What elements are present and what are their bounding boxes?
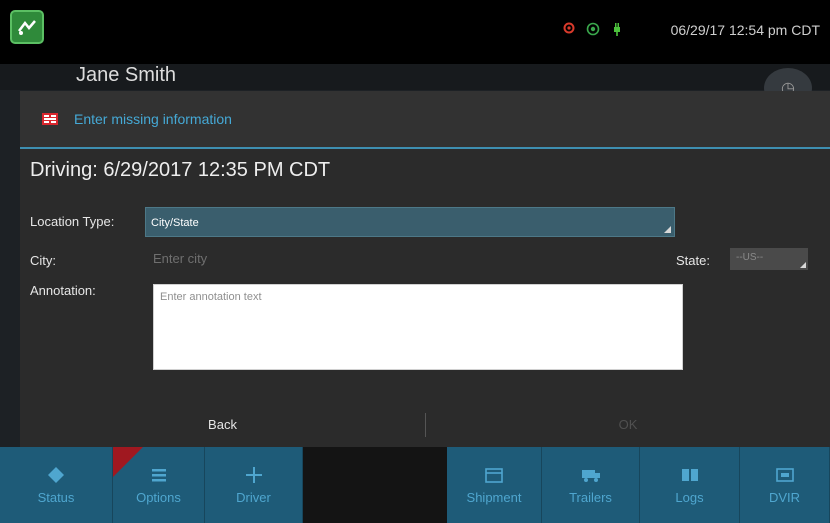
nav-trailers[interactable]: Trailers (542, 447, 640, 523)
state-select[interactable]: --US-- (730, 248, 808, 270)
ok-button[interactable]: OK (426, 401, 830, 447)
truck-icon (581, 469, 600, 482)
nav-shipment[interactable]: Shipment (447, 447, 542, 523)
book-icon (681, 468, 698, 481)
box-icon (485, 467, 503, 483)
back-button[interactable]: Back (20, 401, 425, 447)
driver-name: Jane Smith (76, 64, 177, 86)
dvir-icon (775, 467, 794, 482)
location-type-select[interactable]: City/State (145, 207, 675, 237)
location-icon (563, 22, 575, 34)
warning-icon (42, 113, 58, 125)
nav-driver[interactable]: Driver (205, 447, 303, 523)
location-type-value: City/State (151, 217, 199, 229)
location-type-label: Location Type: (30, 214, 115, 229)
dialog-header: Enter missing information (20, 91, 830, 149)
status-bar: 06/29/17 12:54 pm CDT (0, 0, 830, 64)
plus-icon (245, 466, 262, 483)
annotation-label: Annotation: (30, 283, 96, 298)
city-label: City: (30, 253, 56, 268)
state-label: State: (676, 253, 710, 268)
dialog-title: Enter missing information (74, 111, 232, 127)
alert-corner-icon (113, 447, 143, 477)
driving-event-line: Driving: 6/29/2017 12:35 PM CDT (30, 159, 331, 181)
dropdown-corner-icon (800, 262, 806, 268)
nav-label: Options (136, 489, 181, 505)
city-input[interactable]: Enter city (153, 251, 353, 269)
nav-label: Logs (675, 489, 704, 505)
diamond-icon (48, 466, 64, 483)
missing-info-dialog: Enter missing information Driving: 6/29/… (20, 91, 830, 447)
list-icon (151, 468, 166, 481)
state-value: --US-- (736, 252, 764, 263)
signal-icon (586, 22, 600, 36)
app-logo-icon[interactable] (10, 10, 44, 44)
nav-logs[interactable]: Logs (640, 447, 740, 523)
nav-label: Status (37, 489, 75, 505)
nav-dvir[interactable]: DVIR (740, 447, 830, 523)
power-plug-icon (614, 23, 620, 36)
nav-status[interactable]: Status (0, 447, 113, 523)
nav-label: Driver (236, 489, 271, 505)
annotation-input[interactable]: Enter annotation text (153, 284, 683, 370)
nav-label: Trailers (569, 489, 612, 505)
nav-label: Shipment (466, 489, 522, 505)
status-time: 06/29/17 12:54 pm CDT (670, 22, 820, 38)
dropdown-corner-icon (664, 226, 671, 233)
nav-label: DVIR (768, 489, 801, 505)
